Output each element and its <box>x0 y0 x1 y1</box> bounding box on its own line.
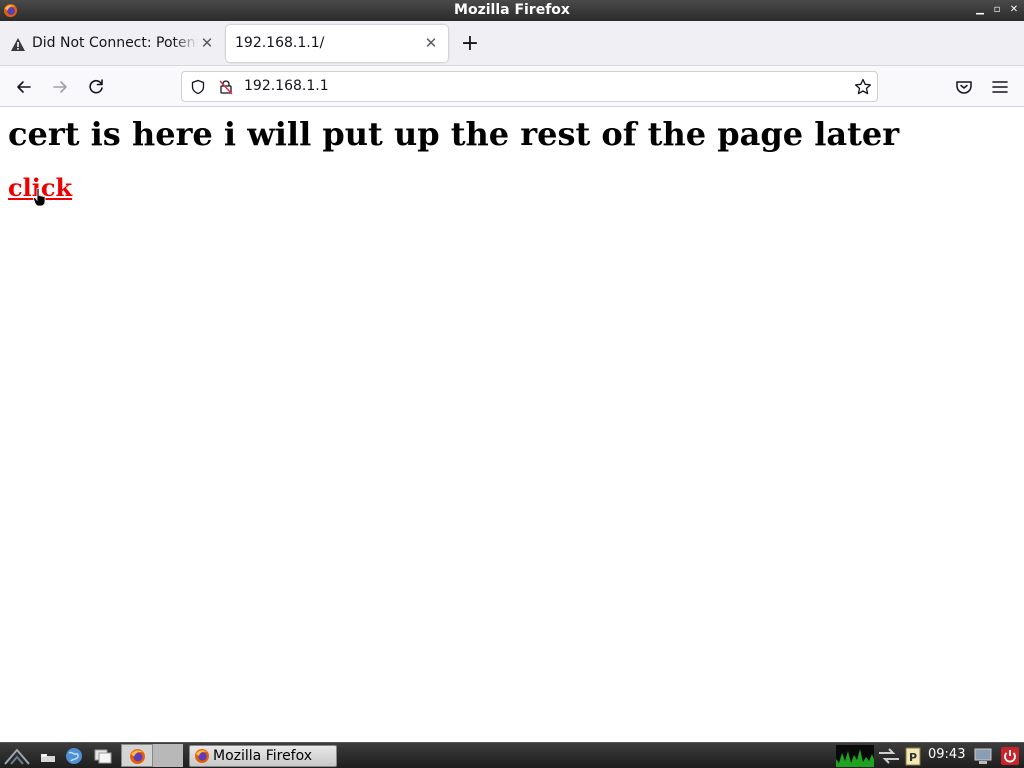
file-manager-icon[interactable] <box>93 746 113 766</box>
taskbar-task-firefox[interactable]: Mozilla Firefox <box>189 745 337 767</box>
back-icon[interactable] <box>11 74 37 100</box>
shield-icon[interactable] <box>190 79 206 95</box>
web-browser-launcher-icon[interactable] <box>64 746 84 766</box>
clock: 09:43 <box>928 747 966 762</box>
tab-close-icon[interactable]: ✕ <box>198 34 216 52</box>
reload-icon[interactable] <box>83 74 109 100</box>
tab-close-icon[interactable]: ✕ <box>422 34 440 52</box>
taskbar-task-label: Mozilla Firefox <box>213 748 313 764</box>
svg-text:P: P <box>909 751 917 764</box>
bookmark-star-icon[interactable] <box>854 78 872 96</box>
firefox-launcher[interactable] <box>121 744 153 767</box>
window-titlebar: Mozilla Firefox ▁ ▫ ✕ <box>0 0 1024 21</box>
window-title: Mozilla Firefox <box>454 2 570 18</box>
url-text[interactable]: 192.168.1.1 <box>244 78 329 94</box>
taskbar-spacer <box>153 744 183 767</box>
minimize-icon[interactable]: ▁ <box>973 3 987 17</box>
app-menu-icon[interactable] <box>3 746 31 766</box>
clipboard-icon[interactable]: P <box>903 746 923 766</box>
power-icon[interactable] <box>1000 746 1020 766</box>
show-desktop-icon[interactable] <box>38 746 58 766</box>
close-icon[interactable]: ✕ <box>1007 3 1021 17</box>
firefox-logo-icon <box>195 749 209 763</box>
tab-security-issue[interactable]: Did Not Connect: Potential Security Issu… <box>0 25 224 62</box>
pocket-icon[interactable] <box>951 74 977 100</box>
menu-icon[interactable] <box>987 74 1013 100</box>
network-icon[interactable] <box>877 746 901 766</box>
firefox-logo-icon <box>130 749 145 764</box>
insecure-lock-icon[interactable] <box>218 79 234 95</box>
new-tab-button[interactable]: + <box>459 33 481 56</box>
page-heading: cert is here i will put up the rest of t… <box>8 115 900 153</box>
tab-strip: Did Not Connect: Potential Security Issu… <box>0 21 1024 66</box>
tab-label: 192.168.1.1/ <box>235 35 325 51</box>
hand-cursor-icon <box>33 187 46 207</box>
address-bar[interactable]: 192.168.1.1 <box>181 71 878 102</box>
warning-icon <box>11 38 25 51</box>
forward-icon[interactable] <box>47 74 73 100</box>
tab-active-page[interactable]: 192.168.1.1/ ✕ <box>226 25 448 62</box>
navigation-toolbar: 192.168.1.1 <box>0 66 1024 107</box>
screen-lock-icon[interactable] <box>973 746 993 766</box>
cpu-monitor-icon <box>836 745 874 767</box>
desktop-taskbar: Mozilla Firefox P 09:43 <box>0 742 1024 768</box>
maximize-icon[interactable]: ▫ <box>990 3 1004 17</box>
page-content: cert is here i will put up the rest of t… <box>0 107 1024 742</box>
tab-label: Did Not Connect: Potential Security Issu… <box>32 35 198 51</box>
